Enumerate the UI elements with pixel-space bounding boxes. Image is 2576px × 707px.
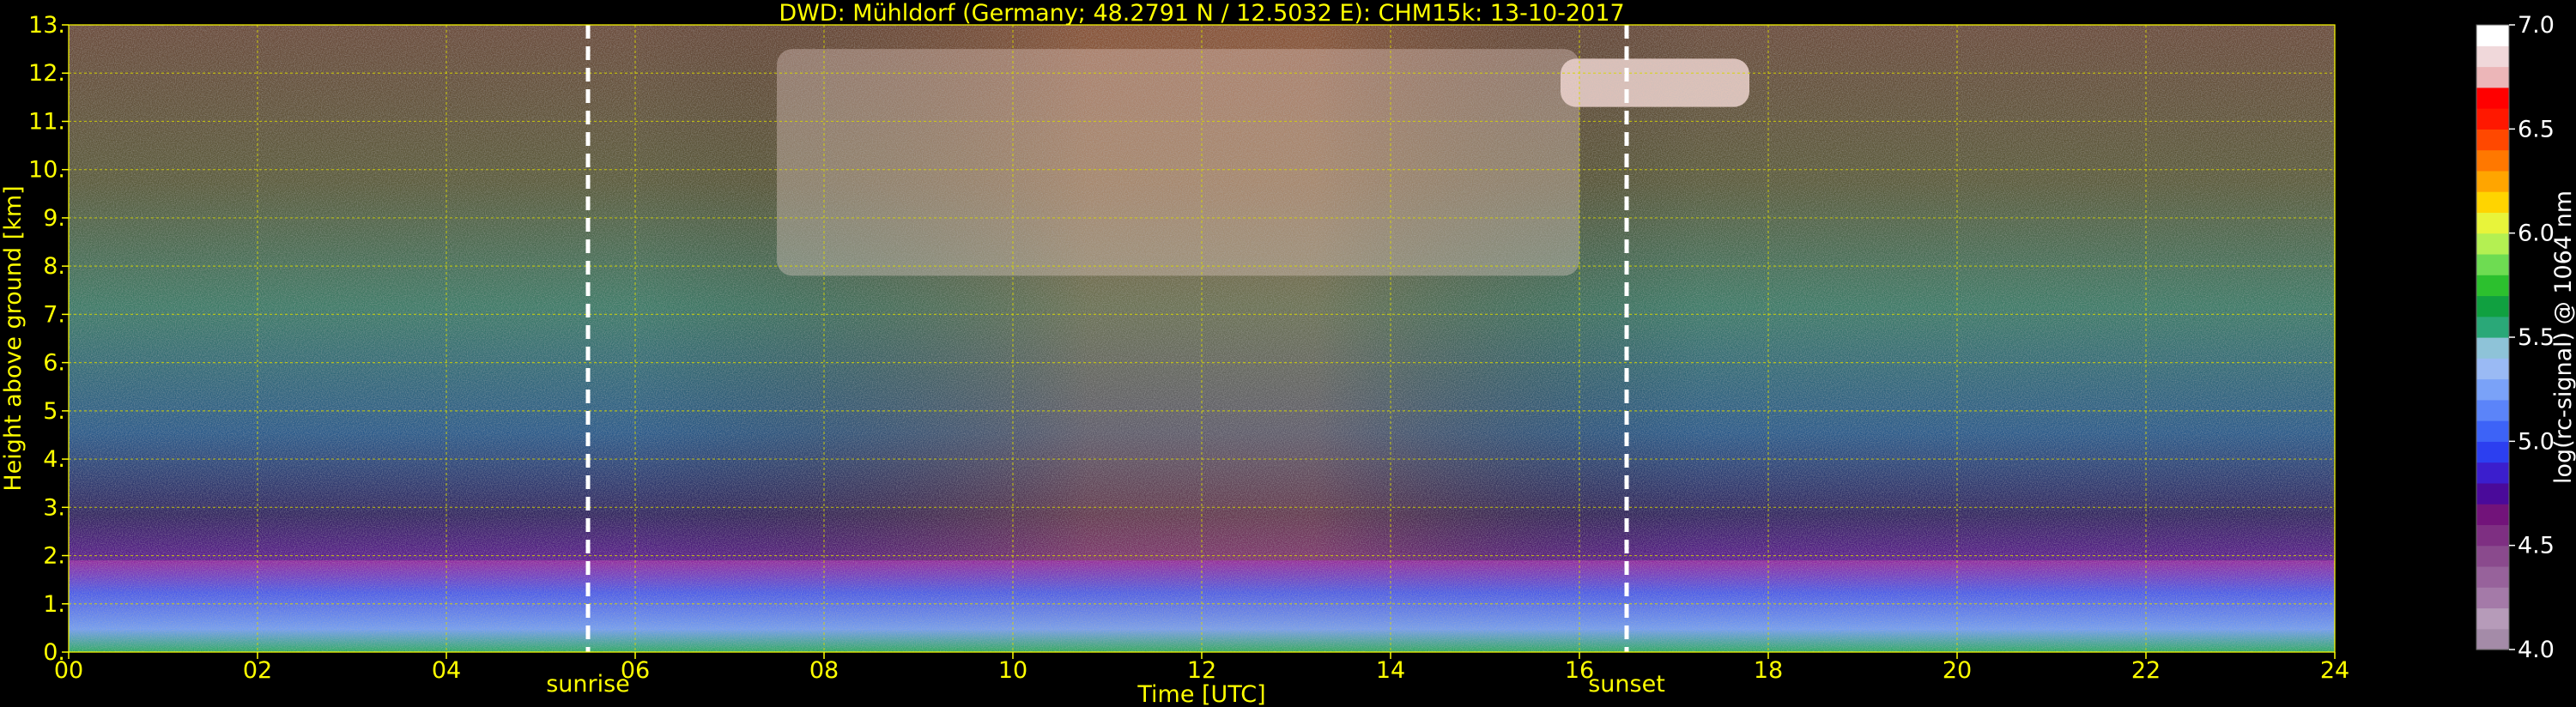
colorbar-swatch bbox=[2476, 253, 2509, 275]
y-tick-label: 11. bbox=[28, 108, 65, 135]
colorbar-swatch bbox=[2476, 129, 2509, 151]
x-tick-label: 06 bbox=[621, 657, 650, 684]
y-tick-label: 12. bbox=[28, 60, 65, 87]
x-tick-label: 02 bbox=[243, 657, 272, 684]
colorbar-swatch bbox=[2476, 275, 2509, 297]
x-tick-label: 22 bbox=[2131, 657, 2161, 684]
x-tick-label: 10 bbox=[998, 657, 1027, 684]
y-axis-label: Height above ground [km] bbox=[0, 185, 27, 491]
x-tick-label: 14 bbox=[1376, 657, 1405, 684]
colorbar-swatch bbox=[2476, 358, 2509, 380]
y-tick-label: 6. bbox=[43, 350, 65, 377]
colorbar-swatch bbox=[2476, 545, 2509, 567]
y-tick-label: 1. bbox=[43, 591, 65, 618]
y-tick-label: 10. bbox=[28, 157, 65, 184]
colorbar-tick-label: 5.0 bbox=[2518, 428, 2555, 455]
colorbar-swatch bbox=[2476, 170, 2509, 192]
y-tick-label: 8. bbox=[43, 253, 65, 280]
colorbar-swatch bbox=[2476, 295, 2509, 317]
colorbar-tick-label: 5.5 bbox=[2518, 324, 2555, 351]
colorbar-swatch bbox=[2476, 628, 2509, 650]
chart-title: DWD: Mühldorf (Germany; 48.2791 N / 12.5… bbox=[779, 0, 1624, 27]
x-axis-label: Time [UTC] bbox=[1136, 681, 1265, 707]
colorbar-swatch bbox=[2476, 149, 2509, 172]
colorbar: 4.0 4.5 5.0 5.5 6.0 6.5 7.0 bbox=[2476, 12, 2555, 663]
x-tick-label: 16 bbox=[1565, 657, 1594, 684]
colorbar-swatch bbox=[2476, 587, 2509, 609]
colorbar-tick-label: 4.0 bbox=[2518, 637, 2555, 663]
y-tick-label: 0. bbox=[43, 639, 65, 666]
sunrise-label: sunrise bbox=[546, 671, 630, 698]
colorbar-swatch bbox=[2476, 337, 2509, 359]
x-tick-label: 18 bbox=[1754, 657, 1783, 684]
colorbar-swatch bbox=[2476, 25, 2509, 46]
y-tick-label: 5. bbox=[43, 398, 65, 425]
x-tick-label: 24 bbox=[2320, 657, 2349, 684]
colorbar-swatch bbox=[2476, 482, 2509, 505]
colorbar-swatch bbox=[2476, 108, 2509, 130]
y-tick-label: 7. bbox=[43, 301, 65, 328]
colorbar-tick-label: 7.0 bbox=[2518, 12, 2555, 39]
colorbar-swatch bbox=[2476, 191, 2509, 213]
ceilometer-chart: sunrise sunset 00 02 04 06 08 10 12 14 16 18 20 22 24… bbox=[0, 0, 2576, 707]
colorbar-swatch bbox=[2476, 399, 2509, 421]
plot-area bbox=[69, 25, 2335, 652]
y-tick-label: 2. bbox=[43, 543, 65, 570]
colorbar-swatch bbox=[2476, 462, 2509, 484]
colorbar-swatch bbox=[2476, 87, 2509, 109]
colorbar-tick-label: 6.5 bbox=[2518, 116, 2555, 142]
x-tick-label: 08 bbox=[809, 657, 839, 684]
colorbar-swatch bbox=[2476, 212, 2509, 234]
colorbar-swatch bbox=[2476, 45, 2509, 68]
colorbar-swatch bbox=[2476, 233, 2509, 255]
colorbar-label: log(rc-signal) @ 1064 nm bbox=[2550, 190, 2576, 484]
colorbar-swatch bbox=[2476, 504, 2509, 525]
colorbar-swatch bbox=[2476, 607, 2509, 630]
colorbar-swatch bbox=[2476, 524, 2509, 547]
y-tick-label: 9. bbox=[43, 205, 65, 232]
colorbar-swatch bbox=[2476, 66, 2509, 88]
x-tick-label: 04 bbox=[432, 657, 461, 684]
sunset-label: sunset bbox=[1588, 671, 1665, 698]
x-tick-label: 20 bbox=[1943, 657, 1972, 684]
y-tick-label: 4. bbox=[43, 446, 65, 473]
colorbar-tick-label: 4.5 bbox=[2518, 533, 2555, 559]
colorbar-swatch bbox=[2476, 420, 2509, 442]
y-tick-label: 3. bbox=[43, 494, 65, 521]
colorbar-tick-label: 6.0 bbox=[2518, 221, 2555, 247]
x-tick-label: 12 bbox=[1187, 657, 1216, 684]
y-tick-label: 13. bbox=[28, 12, 65, 39]
colorbar-swatch bbox=[2476, 565, 2509, 588]
colorbar-swatch bbox=[2476, 316, 2509, 338]
colorbar-swatch bbox=[2476, 441, 2509, 463]
colorbar-swatch bbox=[2476, 378, 2509, 401]
